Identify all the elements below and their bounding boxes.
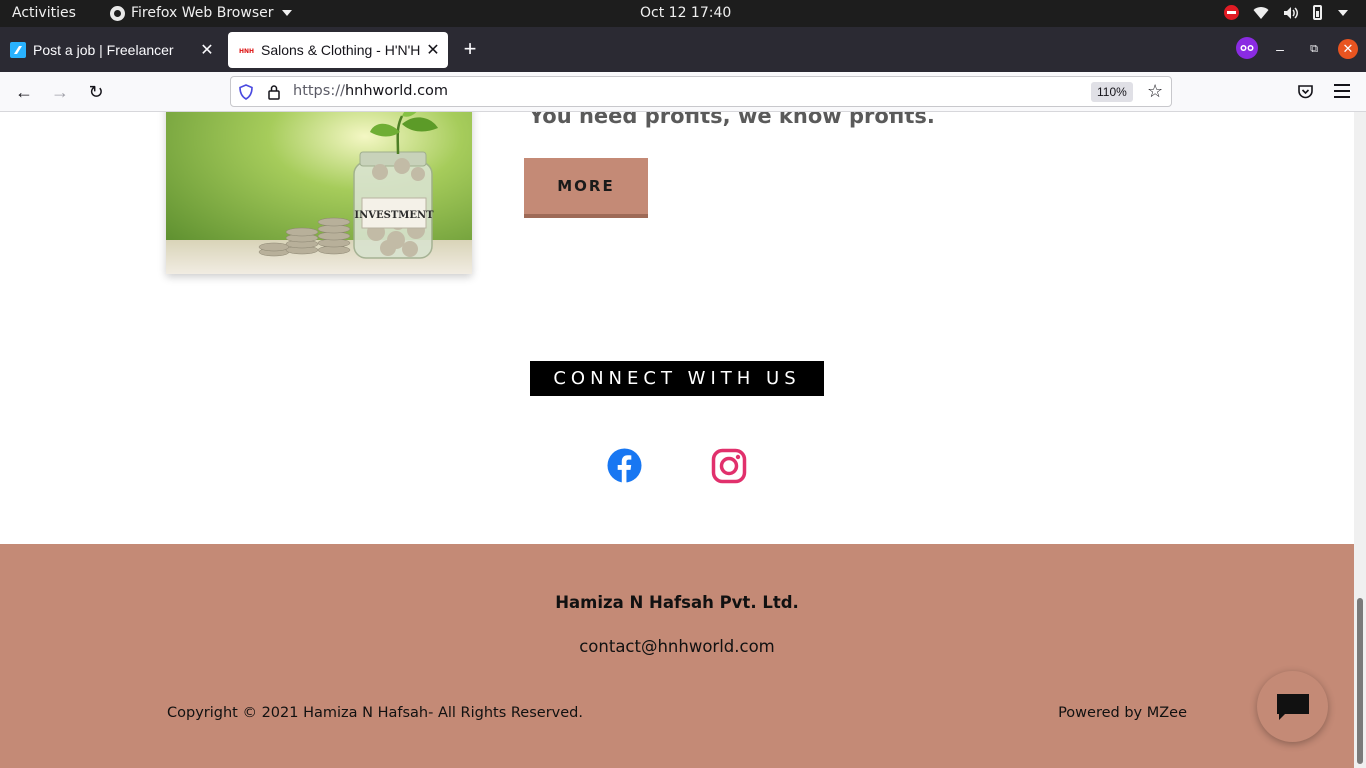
tab-strip: Post a job | Freelancer ✕ HNH Salons & C…: [0, 27, 1366, 72]
private-mask-icon[interactable]: [1236, 37, 1258, 59]
scrollbar-thumb[interactable]: [1357, 598, 1363, 764]
zoom-indicator[interactable]: 110%: [1091, 82, 1133, 102]
chevron-down-icon: [1338, 9, 1348, 16]
volume-icon: [1284, 6, 1298, 19]
clock[interactable]: Oct 12 17:40: [640, 5, 731, 21]
facebook-icon[interactable]: [607, 448, 642, 483]
close-tab-icon[interactable]: ✕: [198, 40, 216, 60]
app-name: Firefox Web Browser: [131, 5, 274, 21]
tab-freelancer[interactable]: Post a job | Freelancer ✕: [0, 32, 222, 68]
chat-button[interactable]: [1257, 671, 1328, 742]
instagram-icon[interactable]: [711, 448, 747, 484]
activities-button[interactable]: Activities: [12, 5, 76, 21]
jar-label-text: INVESTMENT: [354, 210, 434, 221]
app-menu[interactable]: Firefox Web Browser: [110, 5, 292, 21]
restore-window-icon[interactable]: ⧉: [1306, 37, 1322, 61]
chevron-down-icon: [281, 10, 292, 16]
do-not-disturb-icon: [1224, 5, 1239, 20]
tab-label: Post a job | Freelancer: [33, 42, 174, 58]
reload-icon[interactable]: ↻: [84, 80, 108, 104]
navigation-bar: ← → ↻ https://hnhworld.com 110% ☆: [0, 72, 1366, 112]
new-tab-button[interactable]: +: [458, 37, 482, 61]
chat-bubble-icon: [1276, 693, 1309, 720]
more-button[interactable]: MORE: [524, 158, 648, 218]
hamburger-menu-icon[interactable]: [1334, 84, 1350, 98]
page-scrollbar[interactable]: [1354, 112, 1366, 768]
svg-text:HNH: HNH: [239, 48, 254, 55]
back-arrow-icon[interactable]: ←: [12, 80, 36, 104]
copyright-text: Copyright © 2021 Hamiza N Hafsah- All Ri…: [167, 705, 583, 721]
investment-jar-image: INVESTMENT: [166, 112, 472, 274]
address-bar[interactable]: https://hnhworld.com 110% ☆: [230, 76, 1172, 107]
connect-with-us-heading: CONNECT WITH US: [530, 361, 824, 396]
freelancer-favicon-icon: [10, 42, 26, 58]
system-tray[interactable]: [1224, 5, 1348, 20]
lock-icon[interactable]: [267, 84, 281, 100]
profits-tagline: You need profits, we know profits.: [529, 112, 935, 128]
battery-icon: [1313, 5, 1322, 20]
url-text[interactable]: https://hnhworld.com: [293, 83, 448, 99]
tab-label: Salons & Clothing - H'N'H: [261, 42, 421, 58]
minimize-window-icon[interactable]: –: [1272, 37, 1288, 61]
forward-arrow-icon[interactable]: →: [48, 80, 72, 104]
hnh-favicon-icon: HNH: [238, 42, 254, 58]
url-host: hnhworld.com: [344, 83, 449, 99]
url-protocol: https://: [293, 83, 345, 99]
tracking-shield-icon[interactable]: [239, 84, 253, 100]
wifi-icon: [1253, 6, 1269, 19]
system-top-bar: Activities Firefox Web Browser Oct 12 17…: [0, 0, 1366, 27]
bookmark-star-icon[interactable]: ☆: [1147, 81, 1163, 102]
pocket-icon[interactable]: [1297, 83, 1314, 100]
company-name: Hamiza N Hafsah Pvt. Ltd.: [555, 593, 799, 612]
tab-hnh[interactable]: HNH Salons & Clothing - H'N'H ✕: [228, 32, 448, 68]
web-page: INVESTMENT You need profits, we know pro…: [0, 112, 1354, 768]
site-footer: Hamiza N Hafsah Pvt. Ltd. contact@hnhwor…: [0, 544, 1354, 768]
firefox-icon: [110, 5, 125, 21]
powered-by-text: Powered by MZee: [1058, 705, 1187, 721]
close-tab-icon[interactable]: ✕: [424, 40, 442, 60]
contact-email-link[interactable]: contact@hnhworld.com: [0, 637, 1354, 656]
close-window-icon[interactable]: ✕: [1338, 39, 1358, 59]
